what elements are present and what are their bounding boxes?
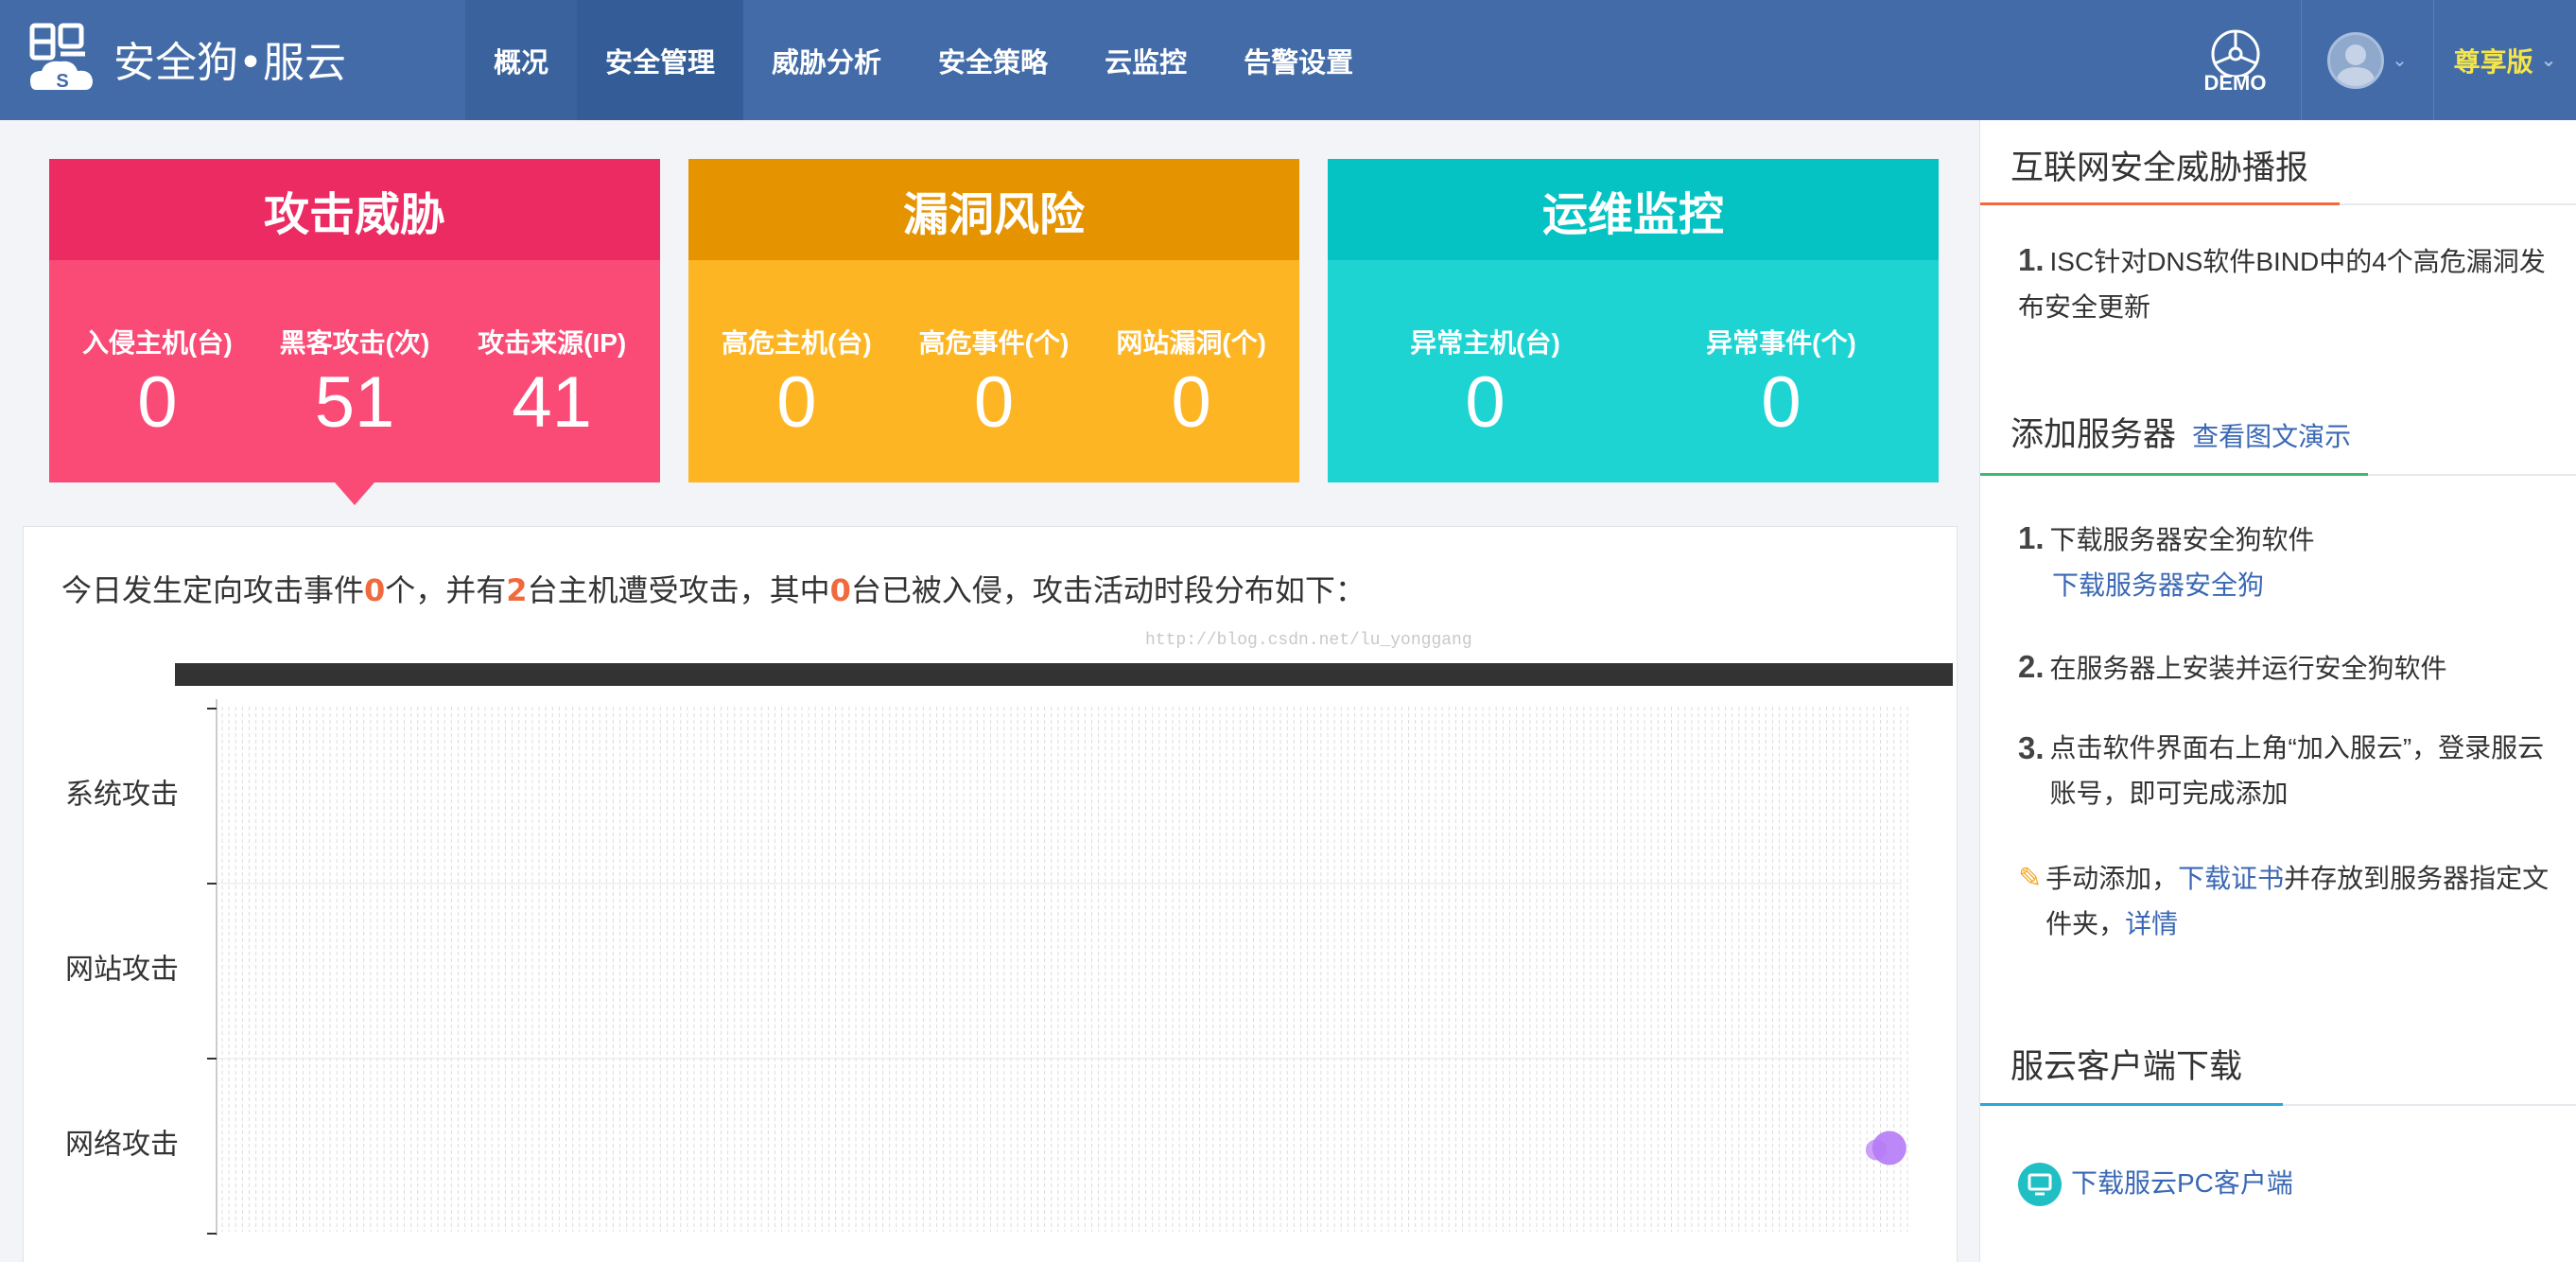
x-axis-tick-label-band bbox=[175, 663, 1953, 686]
attack-timeline-chart: 系统攻击网站攻击网络攻击 bbox=[65, 663, 1953, 1236]
targeted-attack-count: 0 bbox=[364, 572, 386, 608]
stat-high-risk-hosts[interactable]: 高危主机(台) 0 bbox=[698, 260, 896, 482]
download-safedog-link[interactable]: 下载服务器安全狗 bbox=[2052, 570, 2264, 600]
nav-item-security-management[interactable]: 安全管理 bbox=[577, 0, 744, 120]
avatar bbox=[2327, 31, 2385, 89]
safedog-logo-icon: S bbox=[28, 22, 96, 96]
stat-high-risk-events[interactable]: 高危事件(个) 0 bbox=[896, 260, 1093, 482]
right-sidebar: 互联网安全威胁播报 1. ISC针对DNS软件BIND中的4个高危漏洞发布安全更新… bbox=[1979, 120, 2576, 1262]
step-1: 1. 下载服务器安全狗软件 下载服务器安全狗 bbox=[2018, 520, 2315, 600]
top-navbar: S 安全狗•服云 概况 安全管理 威胁分析 安全策略 云监控 告警设置 DEMO bbox=[0, 0, 2576, 120]
client-download-title: 服云客户端下载 bbox=[2010, 1048, 2243, 1086]
details-link[interactable]: 详情 bbox=[2125, 909, 2178, 938]
vulnerability-risk-card[interactable]: 漏洞风险 高危主机(台) 0 高危事件(个) 0 网站漏洞(个) 0 bbox=[688, 159, 1299, 482]
client-title-underline bbox=[1980, 1103, 2283, 1106]
nav-item-cloud-monitor[interactable]: 云监控 bbox=[1076, 0, 1215, 120]
svg-text:S: S bbox=[56, 71, 68, 92]
y-category-label: 网站攻击 bbox=[65, 954, 179, 987]
user-menu[interactable]: ⌄ bbox=[2302, 0, 2434, 120]
step-3: 3. 点击软件界面右上角“加入服云”，登录服云账号，即可完成添加 bbox=[2018, 730, 2545, 808]
y-category-label: 系统攻击 bbox=[65, 779, 179, 812]
main-menu: 概况 安全管理 威胁分析 安全策略 云监控 告警设置 bbox=[465, 0, 1382, 120]
brand-name: 安全狗•服云 bbox=[113, 39, 346, 87]
brand-logo[interactable]: S 安全狗•服云 bbox=[28, 21, 346, 96]
card-title: 漏洞风险 bbox=[688, 159, 1299, 260]
edition-badge[interactable]: 尊享版 ⌄ bbox=[2434, 0, 2576, 120]
edition-label: 尊享版 bbox=[2453, 46, 2533, 77]
steering-wheel-icon bbox=[2211, 29, 2259, 77]
stat-intruded-hosts[interactable]: 入侵主机(台) 0 bbox=[59, 260, 256, 482]
demo-button[interactable]: DEMO bbox=[2169, 0, 2302, 120]
pencil-icon: ✎ bbox=[2018, 863, 2043, 894]
attack-summary: 今日发生定向攻击事件0个，并有2台主机遭受攻击，其中0台已被入侵，攻击活动时段分… bbox=[61, 572, 1366, 608]
view-demo-link[interactable]: 查看图文演示 bbox=[2192, 421, 2351, 452]
chevron-down-icon: ⌄ bbox=[2540, 50, 2557, 71]
intruded-host-count: 0 bbox=[829, 572, 851, 608]
attack-distribution-panel: 系统攻击网站攻击网络攻击 今日发生定向攻击事件0个，并有2台主机遭受攻击，其中0… bbox=[23, 526, 1958, 1262]
demo-label: DEMO bbox=[2203, 70, 2267, 95]
download-cert-link[interactable]: 下载证书 bbox=[2178, 864, 2284, 893]
desktop-icon bbox=[2018, 1163, 2062, 1206]
nav-item-overview[interactable]: 概况 bbox=[465, 0, 578, 120]
nav-item-security-policy[interactable]: 安全策略 bbox=[910, 0, 1076, 120]
stat-attack-sources[interactable]: 攻击来源(IP) 41 bbox=[453, 260, 651, 482]
nav-item-alert-settings[interactable]: 告警设置 bbox=[1215, 0, 1382, 120]
stat-website-vulns[interactable]: 网站漏洞(个) 0 bbox=[1092, 260, 1290, 482]
y-category-label: 网络攻击 bbox=[65, 1129, 179, 1162]
attack-threat-card[interactable]: 攻击威胁 入侵主机(台) 0 黑客攻击(次) 51 攻击来源(IP) 41 bbox=[49, 159, 660, 482]
watermark: http://blog.csdn.net/lu_yonggang bbox=[1145, 631, 1472, 650]
attacked-host-count: 2 bbox=[506, 572, 528, 608]
attack-event-point bbox=[1865, 1139, 1887, 1161]
add-server-title-underline bbox=[1980, 473, 2368, 476]
step-2: 2. 在服务器上安装并运行安全狗软件 bbox=[2018, 649, 2447, 684]
add-server-title: 添加服务器 查看图文演示 bbox=[2010, 416, 2352, 454]
manual-add: ✎ 手动添加，下载证书并存放到服务器指定文件夹，详情 bbox=[2018, 856, 2567, 947]
chevron-down-icon: ⌄ bbox=[2392, 50, 2408, 71]
news-title: 互联网安全威胁播报 bbox=[2010, 149, 2309, 187]
card-title: 运维监控 bbox=[1328, 159, 1939, 260]
active-card-pointer bbox=[335, 482, 374, 505]
nav-item-threat-analysis[interactable]: 威胁分析 bbox=[743, 0, 910, 120]
stat-abnormal-events[interactable]: 异常事件(个) 0 bbox=[1633, 260, 1929, 482]
nav-right: DEMO ⌄ 尊享版 ⌄ bbox=[2169, 0, 2576, 120]
download-pc-client-link[interactable]: 下载服云PC客户端 bbox=[2071, 1168, 2293, 1198]
news-item[interactable]: 1. ISC针对DNS软件BIND中的4个高危漏洞发布安全更新 bbox=[2018, 237, 2567, 330]
stat-abnormal-hosts[interactable]: 异常主机(台) 0 bbox=[1337, 260, 1633, 482]
card-title: 攻击威胁 bbox=[49, 159, 660, 260]
stat-hacker-attacks[interactable]: 黑客攻击(次) 51 bbox=[256, 260, 454, 482]
ops-monitor-card[interactable]: 运维监控 异常主机(台) 0 异常事件(个) 0 bbox=[1328, 159, 1939, 482]
news-title-underline bbox=[1980, 202, 2340, 205]
